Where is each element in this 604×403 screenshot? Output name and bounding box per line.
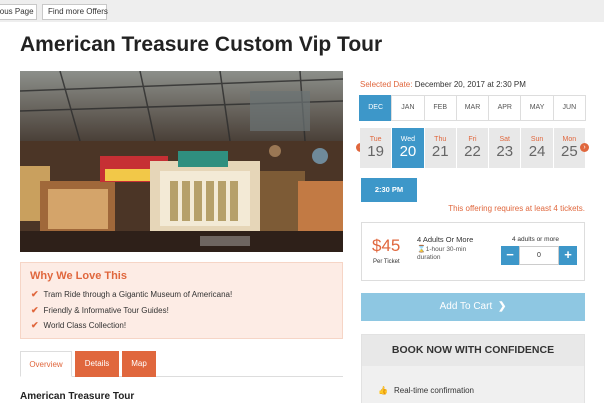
why-list: ✔ Tram Ride through a Gigantic Museum of … bbox=[31, 289, 232, 336]
selected-date-value: December 20, 2017 at 2:30 PM bbox=[414, 80, 526, 89]
minimum-tickets-notice: This offering requires at least 4 ticket… bbox=[448, 204, 585, 213]
why-we-love-this-box: Why We Love This ✔ Tram Ride through a Gi… bbox=[20, 262, 343, 339]
thumbs-up-icon: 👍 bbox=[378, 386, 388, 395]
tab-details[interactable]: Details bbox=[75, 351, 119, 377]
month-may[interactable]: MAY bbox=[520, 95, 554, 121]
per-ticket-label: Per Ticket bbox=[373, 259, 400, 265]
why-heading: Why We Love This bbox=[30, 270, 127, 282]
month-selector: DEC JAN FEB MAR APR MAY JUN bbox=[359, 95, 586, 121]
day-fri-22[interactable]: Fri 22 bbox=[456, 128, 489, 168]
quantity-label: 4 adults or more bbox=[512, 236, 559, 243]
time-slot-button[interactable]: 2:30 PM bbox=[361, 178, 417, 202]
ticket-name: 4 Adults Or More bbox=[417, 235, 474, 244]
ticket-price: $45 bbox=[372, 236, 401, 255]
next-days-arrow-icon[interactable]: › bbox=[580, 143, 589, 152]
top-nav-bar: ious Page Find more Offers bbox=[0, 0, 604, 22]
list-item: ✔ Tram Ride through a Gigantic Museum of … bbox=[31, 289, 233, 299]
carousel-organ-photo bbox=[20, 71, 343, 252]
month-jan[interactable]: JAN bbox=[391, 95, 425, 121]
chevron-right-icon: ❯ bbox=[498, 301, 507, 312]
day-sat-23[interactable]: Sat 23 bbox=[489, 128, 521, 168]
month-jun[interactable]: JUN bbox=[552, 95, 586, 121]
month-dec[interactable]: DEC bbox=[359, 95, 393, 121]
add-to-cart-button[interactable]: Add To Cart ❯ bbox=[361, 293, 585, 321]
list-item: ✔ Friendly & Informative Tour Guides! bbox=[31, 304, 169, 315]
confidence-item: 👍 Real-time confirmation bbox=[378, 386, 474, 395]
ticket-duration: ⌛1-hour 30-min duration bbox=[417, 246, 467, 261]
check-icon: ✔ bbox=[31, 304, 39, 315]
check-icon: ✔ bbox=[31, 289, 39, 299]
ticket-option: $45 Per Ticket 4 Adults Or More ⌛1-hour … bbox=[361, 222, 585, 281]
day-sun-24[interactable]: Sun 24 bbox=[521, 128, 553, 168]
tour-photo bbox=[20, 71, 343, 252]
selected-date: Selected Date: December 20, 2017 at 2:30… bbox=[360, 80, 526, 89]
day-selector: Tue 19 Wed 20 Thu 21 Fri 22 Sat 23 Sun 24 Mon 2… bbox=[360, 128, 586, 168]
tab-map[interactable]: Map bbox=[122, 351, 156, 377]
list-item: ✔ World Class Collection! bbox=[31, 320, 127, 330]
check-icon: ✔ bbox=[31, 320, 39, 330]
quantity-stepper: − 0 + bbox=[501, 246, 577, 265]
day-thu-21[interactable]: Thu 21 bbox=[424, 128, 456, 168]
month-apr[interactable]: APR bbox=[488, 95, 522, 121]
page-title: American Treasure Custom Vip Tour bbox=[20, 33, 383, 56]
previous-page-button[interactable]: ious Page bbox=[0, 4, 37, 20]
month-mar[interactable]: MAR bbox=[455, 95, 490, 121]
content-tabs: Overview Details Map bbox=[20, 351, 343, 377]
day-tue-19[interactable]: Tue 19 bbox=[360, 128, 392, 168]
confidence-heading: BOOK NOW WITH CONFIDENCE bbox=[362, 335, 584, 366]
selected-date-label: Selected Date: bbox=[360, 80, 413, 89]
day-wed-20[interactable]: Wed 20 bbox=[392, 128, 424, 168]
hourglass-icon: ⌛ bbox=[417, 246, 426, 253]
quantity-input[interactable]: 0 bbox=[519, 246, 559, 265]
decrease-button[interactable]: − bbox=[501, 246, 519, 265]
book-with-confidence-box: BOOK NOW WITH CONFIDENCE 👍 Real-time conf… bbox=[361, 334, 585, 403]
section-title: American Treasure Tour bbox=[20, 391, 135, 402]
increase-button[interactable]: + bbox=[559, 246, 577, 265]
month-feb[interactable]: FEB bbox=[423, 95, 457, 121]
find-more-offers-button[interactable]: Find more Offers bbox=[42, 4, 108, 20]
tab-overview[interactable]: Overview bbox=[20, 351, 72, 377]
